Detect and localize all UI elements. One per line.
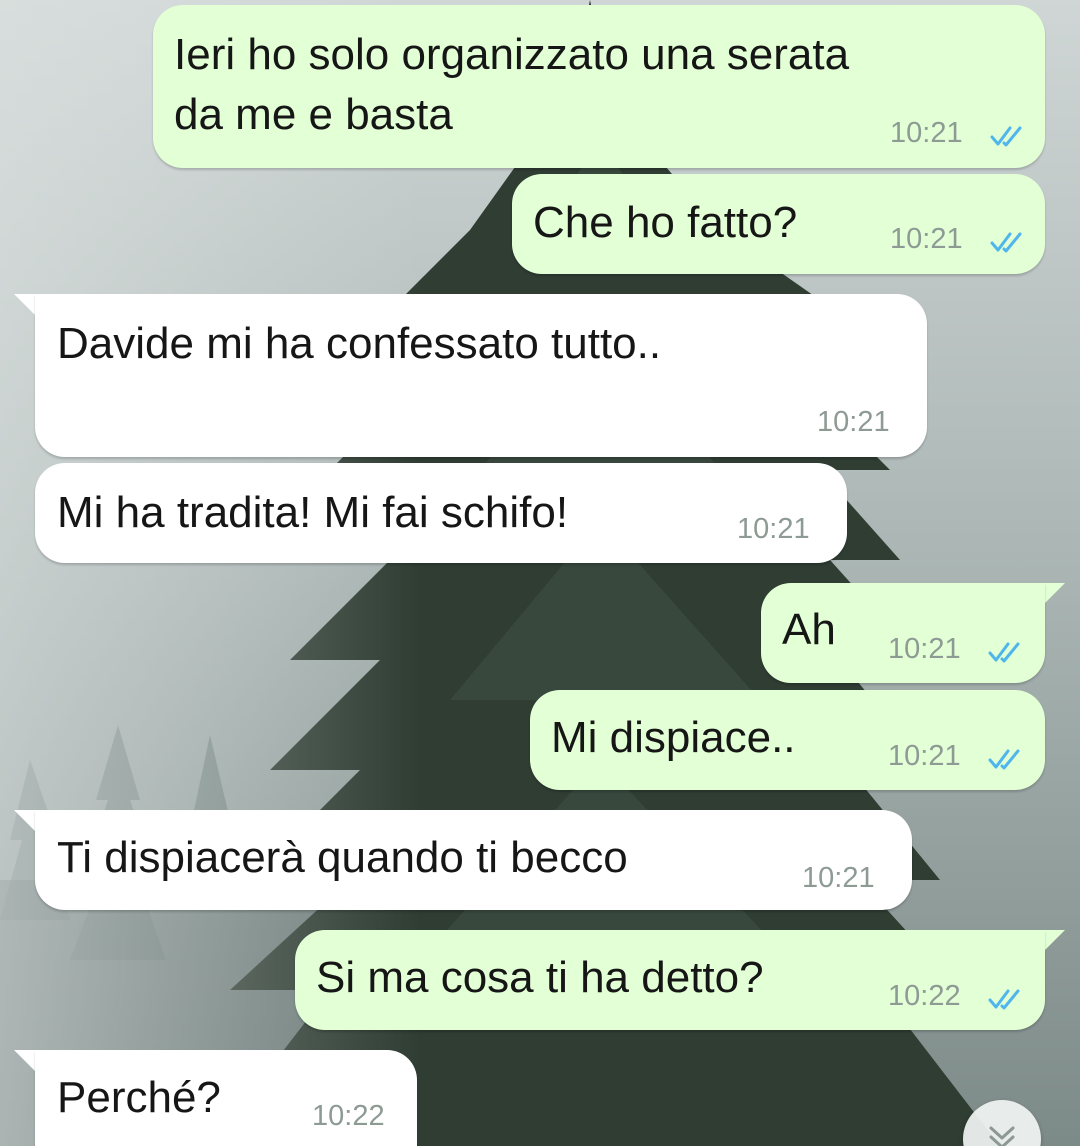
outgoing-message-bubble[interactable]: Ieri ho solo organizzato una serata da m… [153,5,1045,168]
message-time: 10:21 [890,117,963,149]
message-time: 10:21 [890,223,963,255]
outgoing-message-bubble[interactable]: Si ma cosa ti ha detto? 10:22 [295,930,1045,1030]
double-check-icon [990,232,1022,253]
outgoing-message-bubble[interactable]: Ah 10:21 [761,583,1045,683]
double-check-icon [988,749,1020,770]
message-time: 10:21 [817,406,890,438]
outgoing-message-bubble[interactable]: Mi dispiace.. 10:21 [530,690,1045,790]
message-text: Mi dispiace.. [551,713,796,762]
message-text: Davide mi ha confessato tutto.. [57,319,662,368]
chevron-double-down-icon [989,1126,1015,1146]
incoming-message-bubble[interactable]: Ti dispiacerà quando ti becco 10:21 [35,810,912,910]
message-text: Perché? [57,1073,221,1122]
message-text: Ieri ho solo organizzato una serata da m… [174,30,850,139]
incoming-bubble-tail [14,810,36,832]
message-time: 10:21 [888,740,961,772]
message-time: 10:22 [312,1100,385,1132]
message-text: Che ho fatto? [533,198,798,247]
double-check-icon [990,126,1022,147]
incoming-bubble-tail [14,294,36,316]
message-text: Si ma cosa ti ha detto? [316,953,764,1002]
double-check-icon [988,989,1020,1010]
chat-message-list[interactable]: Ieri ho solo organizzato una serata da m… [0,0,1080,1146]
message-text: Ah [782,605,836,654]
message-text: Mi ha tradita! Mi fai schifo! [57,488,569,537]
message-time: 10:22 [888,980,961,1012]
outgoing-bubble-tail [1043,930,1065,952]
outgoing-message-bubble[interactable]: Che ho fatto? 10:21 [512,174,1045,274]
double-check-icon [988,642,1020,663]
message-time: 10:21 [802,862,875,894]
incoming-message-bubble[interactable]: Davide mi ha confessato tutto.. 10:21 [35,294,927,457]
message-time: 10:21 [888,633,961,665]
outgoing-bubble-tail [1043,583,1065,605]
message-time: 10:21 [737,513,810,545]
message-text: Ti dispiacerà quando ti becco [57,833,628,882]
incoming-message-bubble[interactable]: Perché? 10:22 [35,1050,417,1146]
incoming-message-bubble[interactable]: Mi ha tradita! Mi fai schifo! 10:21 [35,463,847,563]
incoming-bubble-tail [14,1050,36,1072]
